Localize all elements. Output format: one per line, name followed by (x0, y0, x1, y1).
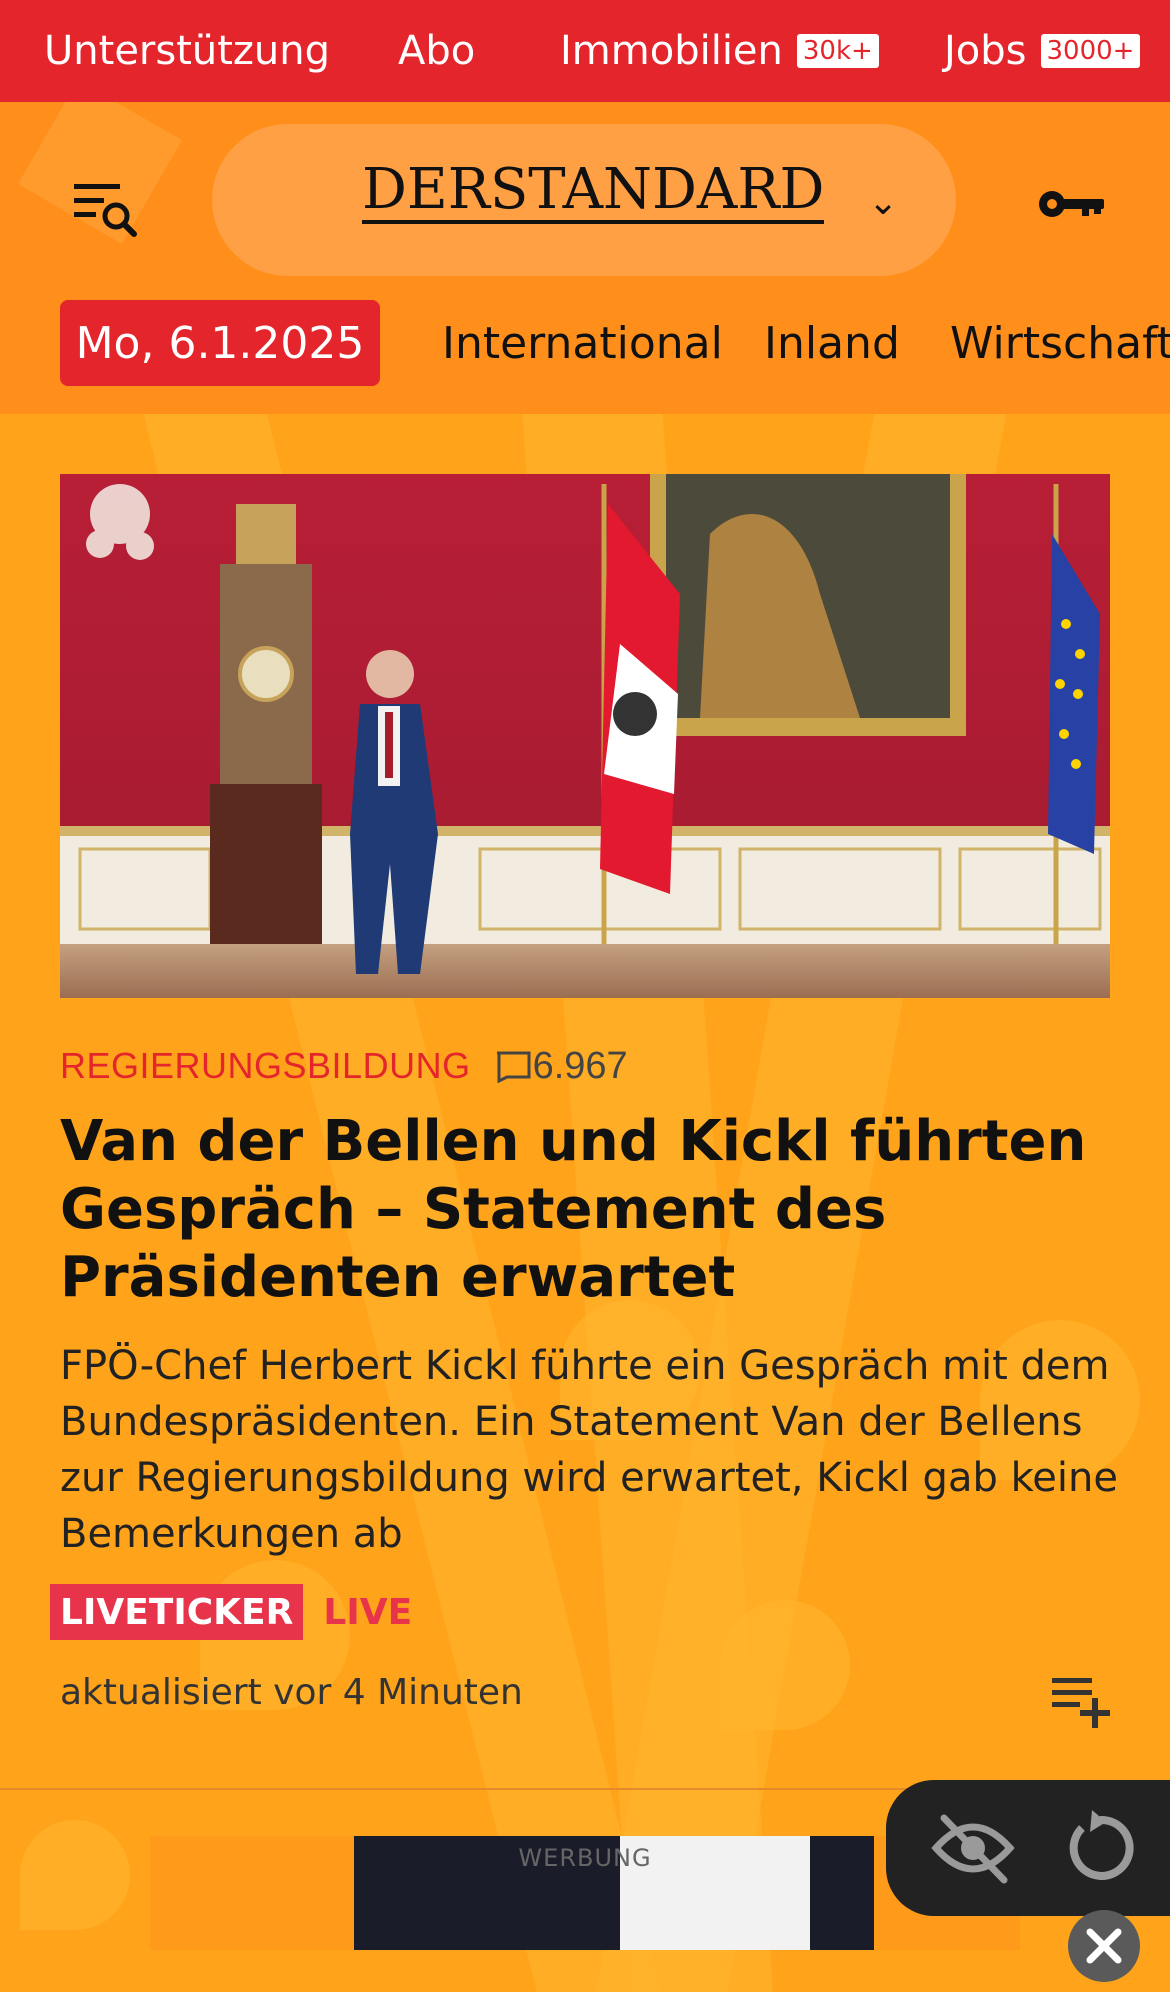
abo-link[interactable]: Abo (398, 0, 475, 102)
article-hero-image[interactable] (60, 474, 1110, 998)
support-link-label: Unterstützung (44, 28, 331, 74)
immobilien-link-label: Immobilien (560, 28, 783, 74)
comment-count[interactable]: 6.967 (493, 1045, 628, 1088)
floating-controls (886, 1780, 1170, 1916)
tab-wirtschaft[interactable]: Wirtschaft (950, 300, 1170, 386)
jobs-link[interactable]: Jobs 3000+ (944, 0, 1141, 102)
add-to-list-icon[interactable] (1050, 1672, 1114, 1728)
chevron-down-icon[interactable]: ⌄ (868, 182, 898, 223)
jobs-link-label: Jobs (944, 28, 1027, 74)
date-chip[interactable]: Mo, 6.1.2025 (60, 300, 380, 386)
site-logo[interactable]: DERSTANDARD (362, 160, 825, 224)
updated-timestamp: aktualisiert vor 4 Minuten (60, 1672, 523, 1713)
article-headline[interactable]: Van der Bellen und Kickl führten Gespräc… (60, 1108, 1120, 1312)
live-badges: LIVETICKER LIVE (50, 1584, 412, 1640)
article-meta: REGIERUNGSBILDUNG 6.967 (60, 1040, 628, 1092)
article-teaser[interactable]: FPÖ-Chef Herbert Kickl führte ein Gesprä… (60, 1338, 1130, 1562)
hide-eye-icon[interactable] (930, 1810, 1016, 1886)
tab-inland[interactable]: Inland (764, 300, 900, 386)
top-bar: Unterstützung Abo Immobilien 30k+ Jobs 3… (0, 0, 1170, 102)
article-kicker[interactable]: REGIERUNGSBILDUNG (60, 1045, 471, 1087)
site-header: DERSTANDARD ⌄ Mo, 6.1.2025 International… (0, 102, 1170, 414)
close-ad-button[interactable] (1068, 1910, 1140, 1982)
live-badge: LIVE (323, 1591, 413, 1633)
comment-icon (496, 1051, 531, 1083)
menu-search-icon[interactable] (72, 178, 142, 242)
tab-international[interactable]: International (442, 300, 723, 386)
abo-link-label: Abo (398, 28, 476, 74)
immobilien-link[interactable]: Immobilien 30k+ (560, 0, 879, 102)
comment-count-value: 6.967 (532, 1044, 628, 1087)
liveticker-badge: LIVETICKER (50, 1584, 304, 1640)
jobs-count-badge: 3000+ (1040, 34, 1141, 68)
close-icon (1086, 1928, 1122, 1964)
key-icon[interactable] (1036, 184, 1106, 224)
support-link[interactable]: Unterstützung (44, 0, 330, 102)
reload-icon[interactable] (1062, 1810, 1138, 1886)
immobilien-count-badge: 30k+ (796, 34, 879, 68)
